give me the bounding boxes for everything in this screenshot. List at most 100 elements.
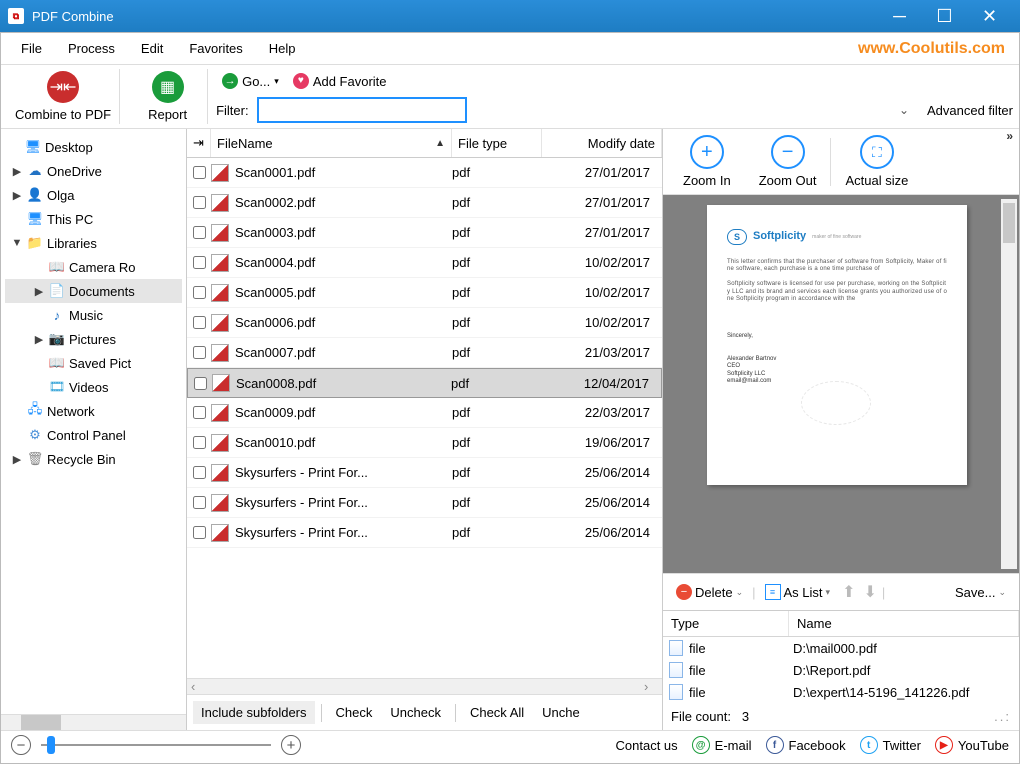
slider-thumb[interactable] bbox=[47, 736, 55, 754]
expander-icon[interactable]: ▶ bbox=[33, 333, 45, 346]
row-checkbox[interactable] bbox=[187, 316, 211, 329]
menu-favorites[interactable]: Favorites bbox=[177, 37, 254, 60]
tree-item[interactable]: ▶👤Olga bbox=[5, 183, 182, 207]
maximize-button[interactable]: ☐ bbox=[922, 0, 967, 32]
tree-item[interactable]: 🖥Desktop bbox=[5, 135, 182, 159]
minimize-button[interactable]: ─ bbox=[877, 0, 922, 32]
resize-grip-icon[interactable]: ..: bbox=[994, 709, 1011, 724]
file-row[interactable]: Scan0007.pdfpdf21/03/2017 bbox=[187, 338, 662, 368]
zoom-in-small-button[interactable]: + bbox=[281, 735, 301, 755]
row-checkbox[interactable] bbox=[187, 346, 211, 359]
zoom-out-button[interactable]: − Zoom Out bbox=[745, 135, 831, 188]
report-button[interactable]: ▦ Report bbox=[128, 69, 208, 124]
row-checkbox[interactable] bbox=[187, 226, 211, 239]
check-all-button[interactable]: Check All bbox=[462, 701, 532, 724]
include-subfolders-button[interactable]: Include subfolders bbox=[193, 701, 315, 724]
row-checkbox[interactable] bbox=[187, 496, 211, 509]
filter-input[interactable] bbox=[257, 97, 467, 123]
row-checkbox[interactable] bbox=[187, 286, 211, 299]
file-row[interactable]: Scan0002.pdfpdf27/01/2017 bbox=[187, 188, 662, 218]
tree-item[interactable]: ▶☁OneDrive bbox=[5, 159, 182, 183]
tree-item[interactable]: ⚙Control Panel bbox=[5, 423, 182, 447]
v-scrollbar[interactable] bbox=[1001, 199, 1017, 569]
tree-item[interactable]: ▶🗑Recycle Bin bbox=[5, 447, 182, 471]
zoom-out-small-button[interactable]: − bbox=[11, 735, 31, 755]
file-row[interactable]: Scan0008.pdfpdf12/04/2017 bbox=[187, 368, 662, 398]
file-row[interactable]: Skysurfers - Print For...pdf25/06/2014 bbox=[187, 458, 662, 488]
column-name[interactable]: FileName ▲ bbox=[211, 129, 452, 157]
twitter-link[interactable]: tTwitter bbox=[860, 736, 921, 754]
tree-item[interactable]: ♪Music bbox=[5, 303, 182, 327]
out-col-name[interactable]: Name bbox=[789, 611, 1019, 636]
expander-icon[interactable]: ▶ bbox=[11, 453, 23, 466]
file-row[interactable]: Scan0004.pdfpdf10/02/2017 bbox=[187, 248, 662, 278]
move-down-button[interactable]: ⬇ bbox=[860, 582, 879, 602]
tree-item[interactable]: ▶📄Documents bbox=[5, 279, 182, 303]
h-scrollbar[interactable]: ‹ › bbox=[187, 678, 662, 694]
file-row[interactable]: Skysurfers - Print For...pdf25/06/2014 bbox=[187, 518, 662, 548]
output-row[interactable]: fileD:\Report.pdf bbox=[663, 659, 1019, 681]
tree-item[interactable]: ▼📁Libraries bbox=[5, 231, 182, 255]
delete-button[interactable]: − Delete ⌄ bbox=[669, 580, 750, 604]
row-checkbox[interactable] bbox=[187, 166, 211, 179]
pin-column[interactable]: ⇥ bbox=[187, 129, 211, 157]
tree-item[interactable]: 📖Saved Pict bbox=[5, 351, 182, 375]
actual-size-button[interactable]: ⛶ Actual size bbox=[831, 135, 922, 188]
row-checkbox[interactable] bbox=[187, 466, 211, 479]
file-row[interactable]: Scan0009.pdfpdf22/03/2017 bbox=[187, 398, 662, 428]
expander-icon[interactable]: ▶ bbox=[11, 189, 23, 202]
more-button[interactable]: » bbox=[1006, 129, 1013, 143]
expander-icon[interactable]: ▶ bbox=[33, 285, 45, 298]
add-favorite-button[interactable]: ♥ Add Favorite bbox=[287, 71, 393, 91]
check-button[interactable]: Check bbox=[328, 701, 381, 724]
menu-help[interactable]: Help bbox=[257, 37, 308, 60]
row-checkbox[interactable] bbox=[187, 526, 211, 539]
menu-file[interactable]: File bbox=[9, 37, 54, 60]
advanced-filter-button[interactable]: Advanced filter bbox=[927, 103, 1013, 118]
youtube-link[interactable]: ▶YouTube bbox=[935, 736, 1009, 754]
row-checkbox[interactable] bbox=[188, 377, 212, 390]
tree-item[interactable]: 🖥This PC bbox=[5, 207, 182, 231]
scroll-right-icon[interactable]: › bbox=[644, 679, 658, 694]
zoom-slider[interactable]: − + bbox=[11, 735, 301, 755]
output-row[interactable]: fileD:\expert\14-5196_141226.pdf bbox=[663, 681, 1019, 703]
row-checkbox[interactable] bbox=[187, 436, 211, 449]
expander-icon[interactable]: ▶ bbox=[11, 165, 23, 178]
zoom-in-button[interactable]: + Zoom In bbox=[669, 135, 745, 188]
row-checkbox[interactable] bbox=[187, 196, 211, 209]
view-aslist-button[interactable]: ≡ As List▾ bbox=[758, 580, 838, 604]
row-checkbox[interactable] bbox=[187, 406, 211, 419]
email-link[interactable]: @E-mail bbox=[692, 736, 752, 754]
save-button[interactable]: Save... ⌄ bbox=[948, 581, 1013, 604]
scroll-left-icon[interactable]: ‹ bbox=[191, 679, 205, 694]
tree-item[interactable]: 🖧Network bbox=[5, 399, 182, 423]
facebook-link[interactable]: fFacebook bbox=[766, 736, 846, 754]
h-scrollbar[interactable] bbox=[1, 714, 186, 730]
file-row[interactable]: Scan0001.pdfpdf27/01/2017 bbox=[187, 158, 662, 188]
expander-icon[interactable]: ▼ bbox=[11, 237, 23, 249]
tree-item[interactable]: ▶📷Pictures bbox=[5, 327, 182, 351]
uncheck-all-button[interactable]: Unche bbox=[534, 701, 588, 724]
chevron-down-icon[interactable]: ⌄ bbox=[899, 103, 909, 117]
tree-item[interactable]: 🎞Videos bbox=[5, 375, 182, 399]
combine-button[interactable]: ⇥⇤ Combine to PDF bbox=[7, 69, 120, 124]
slider-track[interactable] bbox=[41, 744, 271, 746]
row-checkbox[interactable] bbox=[187, 256, 211, 269]
column-date[interactable]: Modify date bbox=[542, 129, 662, 157]
tree-item[interactable]: 📖Camera Ro bbox=[5, 255, 182, 279]
menu-process[interactable]: Process bbox=[56, 37, 127, 60]
go-button[interactable]: → Go... ▾ bbox=[216, 71, 285, 91]
file-row[interactable]: Scan0003.pdfpdf27/01/2017 bbox=[187, 218, 662, 248]
move-up-button[interactable]: ⬆ bbox=[839, 582, 858, 602]
file-row[interactable]: Scan0006.pdfpdf10/02/2017 bbox=[187, 308, 662, 338]
menu-edit[interactable]: Edit bbox=[129, 37, 175, 60]
uncheck-button[interactable]: Uncheck bbox=[382, 701, 449, 724]
column-type[interactable]: File type bbox=[452, 129, 542, 157]
output-row[interactable]: fileD:\mail000.pdf bbox=[663, 637, 1019, 659]
file-row[interactable]: Scan0005.pdfpdf10/02/2017 bbox=[187, 278, 662, 308]
file-row[interactable]: Skysurfers - Print For...pdf25/06/2014 bbox=[187, 488, 662, 518]
out-col-type[interactable]: Type bbox=[663, 611, 789, 636]
folder-tree[interactable]: 🖥Desktop▶☁OneDrive▶👤Olga🖥This PC▼📁Librar… bbox=[1, 129, 187, 730]
brand-url[interactable]: www.Coolutils.com bbox=[858, 40, 1011, 58]
close-button[interactable]: ✕ bbox=[967, 0, 1012, 32]
